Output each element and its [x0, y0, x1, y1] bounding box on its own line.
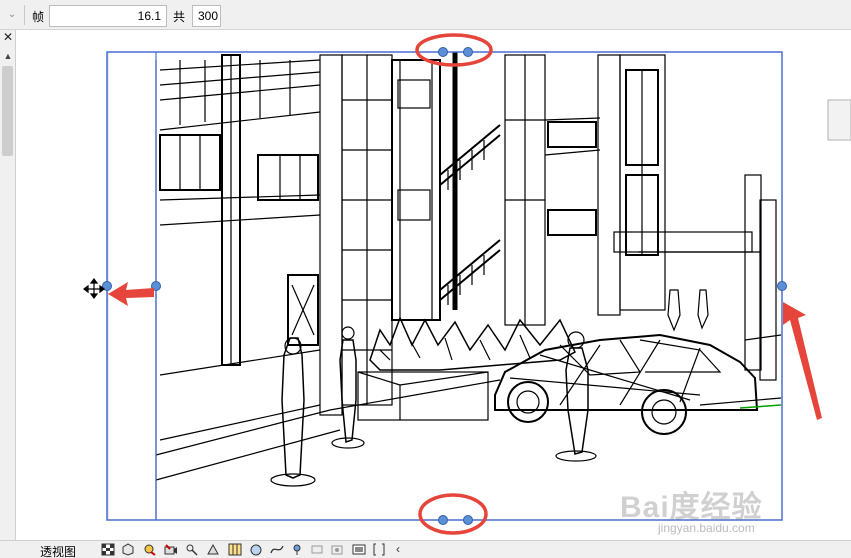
viewport-toolbar: 透视图 ‹	[0, 540, 851, 558]
viewport-canvas[interactable]	[16, 30, 851, 540]
watermark-url: jingyan.baidu.com	[658, 521, 755, 535]
bone-icon[interactable]	[310, 543, 324, 556]
bottom-highlight-ellipse	[418, 493, 488, 535]
top-handle-right	[463, 47, 473, 57]
move-cursor-icon	[83, 278, 105, 299]
checker-icon[interactable]	[101, 543, 115, 556]
view-label[interactable]: 透视图	[40, 543, 76, 558]
pin-icon[interactable]	[290, 543, 304, 556]
bottom-handle-right	[463, 515, 473, 525]
frame-label: 帧	[32, 10, 45, 24]
arrow-icon	[108, 282, 822, 420]
chevron-left-icon[interactable]: ‹	[396, 542, 400, 556]
spline-icon[interactable]	[270, 543, 284, 556]
safe-frame-margin	[107, 51, 157, 521]
geometry-icon[interactable]	[249, 543, 263, 556]
helper-icon[interactable]	[185, 543, 199, 556]
side-panel: ✕ ▲	[0, 30, 16, 540]
chevron-down-icon[interactable]: ⌄	[4, 6, 20, 24]
scroll-up-icon[interactable]: ▲	[2, 50, 14, 62]
bottom-handle-left	[438, 515, 448, 525]
light-icon[interactable]	[142, 543, 156, 556]
toolbar-separator	[24, 5, 25, 25]
particle-icon[interactable]	[330, 543, 344, 556]
box-icon[interactable]	[121, 543, 135, 556]
frame-toolbar: ⌄ 帧 16.1 共 300	[0, 0, 851, 30]
scrollbar-thumb[interactable]	[2, 66, 13, 156]
total-frames-field[interactable]: 300	[192, 5, 221, 27]
grid-icon[interactable]	[228, 543, 242, 556]
close-icon[interactable]: ✕	[2, 30, 14, 44]
frame-input[interactable]: 16.1	[49, 5, 167, 27]
display-icon[interactable]	[352, 543, 366, 556]
camera-icon[interactable]	[164, 543, 178, 556]
total-label: 共	[173, 10, 186, 24]
top-handle-left	[438, 47, 448, 57]
shape-icon[interactable]	[206, 543, 220, 556]
perspective-scene	[83, 33, 851, 535]
bracket-icon[interactable]	[372, 543, 386, 556]
right-handle	[777, 281, 787, 291]
building-line-drawing	[155, 52, 851, 520]
baidu-jingyan-logo: Bai度经验	[620, 491, 763, 524]
